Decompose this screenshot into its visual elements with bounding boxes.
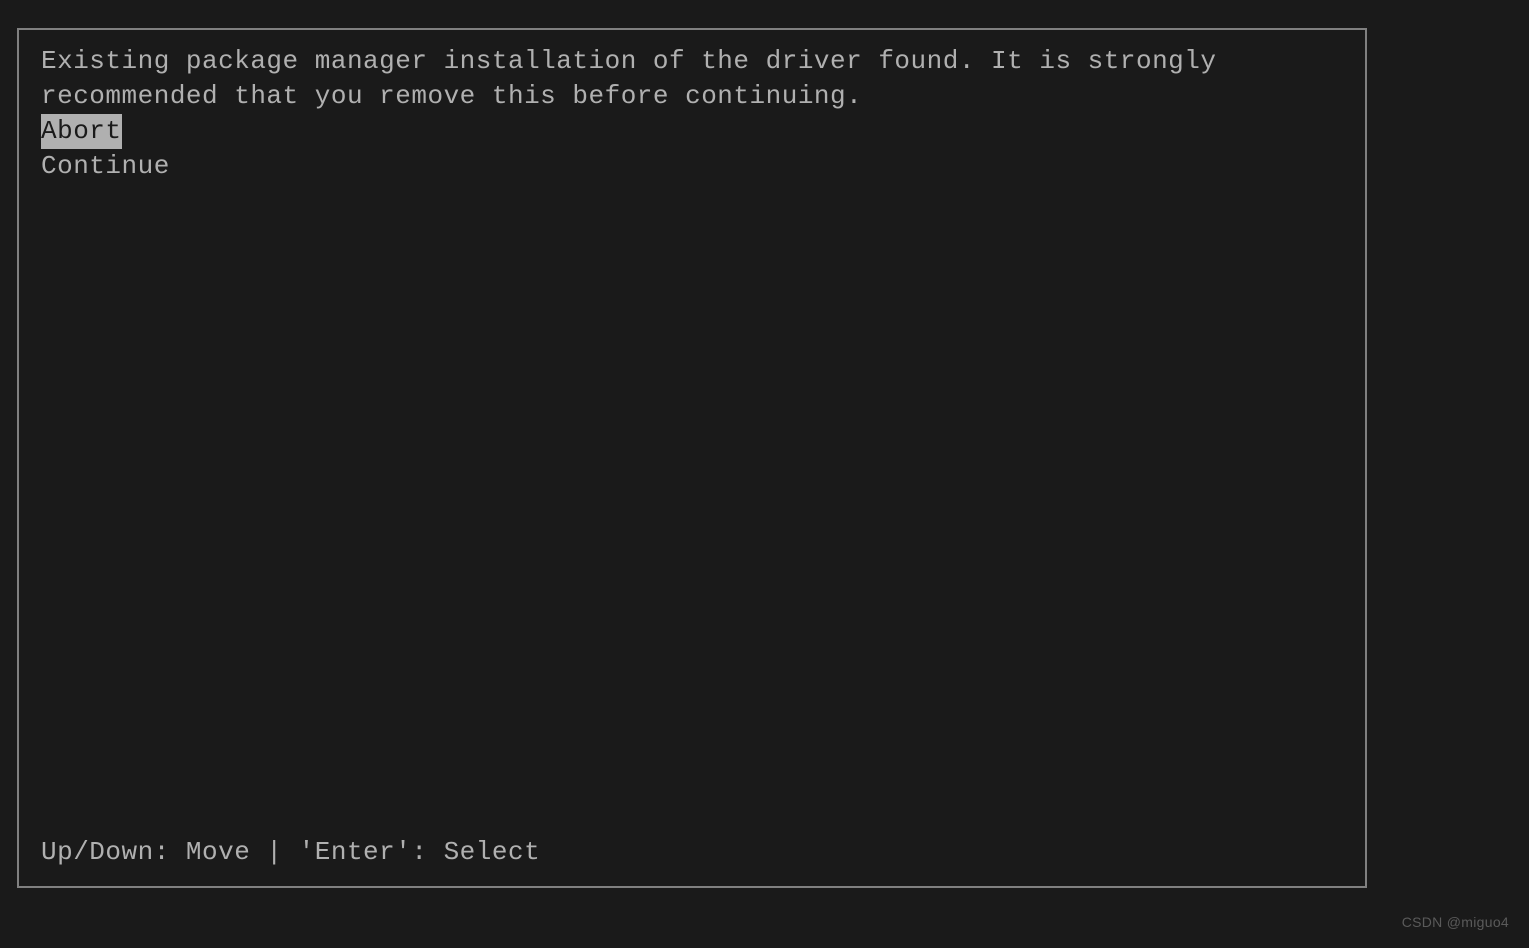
terminal-dialog-box: Existing package manager installation of… bbox=[17, 28, 1367, 888]
footer-navigation-hint: Up/Down: Move | 'Enter': Select bbox=[41, 835, 1343, 872]
option-abort[interactable]: Abort bbox=[41, 114, 122, 149]
dialog-options: Abort Continue bbox=[41, 114, 1343, 184]
option-continue[interactable]: Continue bbox=[41, 149, 170, 184]
watermark-text: CSDN @miguo4 bbox=[1402, 914, 1509, 930]
dialog-message: Existing package manager installation of… bbox=[41, 44, 1343, 114]
